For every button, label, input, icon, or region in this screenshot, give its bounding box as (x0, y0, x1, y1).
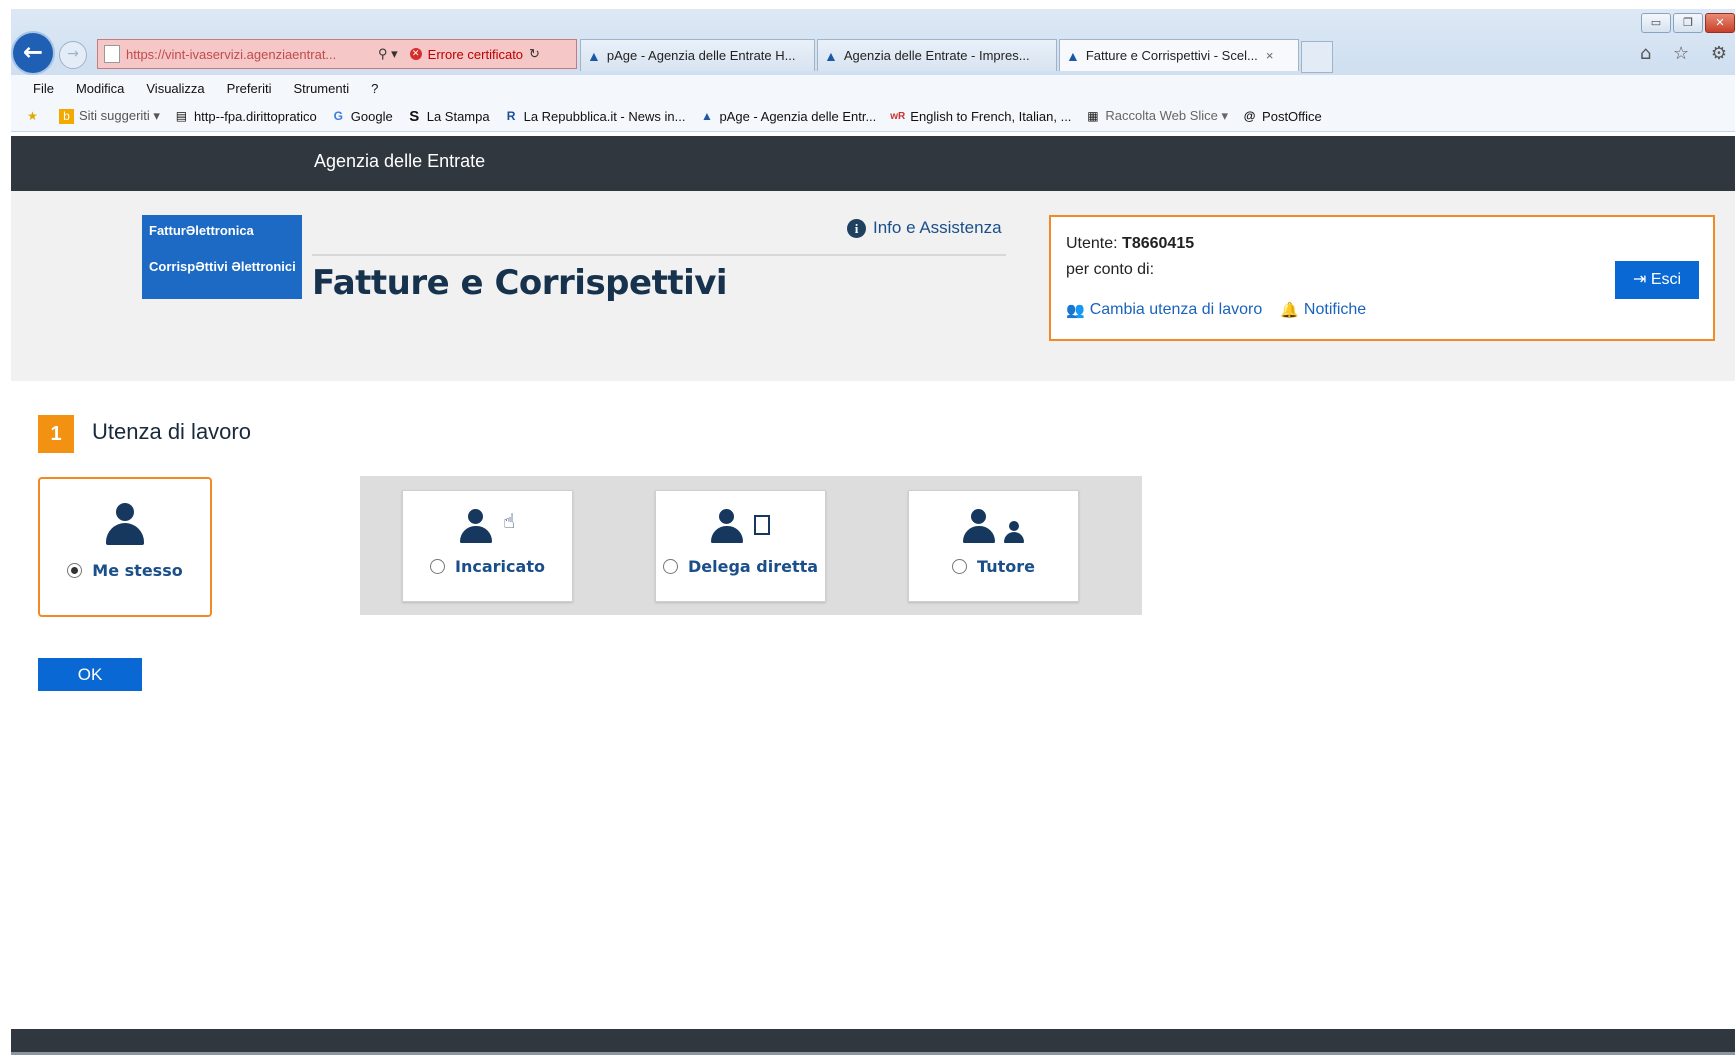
close-window-button[interactable]: ✕ (1705, 13, 1735, 33)
tab-label: Fatture e Corrispettivi - Scel... (1085, 48, 1258, 63)
new-tab-button[interactable] (1301, 41, 1333, 73)
header-divider (312, 254, 1006, 256)
user-line: Utente: T8660415 (1066, 235, 1195, 252)
tab-agenzia[interactable]: ▲ Agenzia delle Entrate - Impres... (817, 39, 1057, 71)
search-icon[interactable]: ⚲ ▾ (378, 46, 398, 62)
info-link[interactable]: i Info e Assistenza (847, 218, 1002, 238)
step-title: Utenza di lavoro (92, 419, 251, 444)
users-icon: 👥 (1066, 302, 1085, 319)
favorites-bar: ★ b Siti suggeriti ▾ ▤ http--fpa.dirittopr… (11, 101, 1735, 132)
back-arrow-icon[interactable]: ← (13, 33, 53, 73)
menu-file[interactable]: File (33, 81, 54, 96)
favorite-item[interactable]: b Siti suggeriti ▾ (59, 108, 160, 124)
info-icon: i (847, 218, 866, 238)
radio-tutore[interactable]: Tutore (909, 557, 1078, 576)
tab-favicon: ▲ (1066, 47, 1080, 64)
menu-visualizza[interactable]: Visualizza (146, 81, 204, 96)
radio-button[interactable] (430, 559, 446, 574)
tab-label: pAge - Agenzia delle Entrate H... (606, 48, 796, 63)
favorite-item[interactable]: ▤ http--fpa.dirittopratico (174, 109, 317, 124)
user-document-icon (656, 509, 825, 543)
address-bar[interactable]: https://vint-ivaservizi.agenziaentrat...… (97, 39, 577, 69)
favorite-item[interactable]: R La Repubblica.it - News in... (504, 109, 686, 124)
bell-icon: 🔔 (1280, 302, 1299, 319)
menu-bar: File Modifica Visualizza Preferiti Strum… (11, 75, 1735, 101)
radio-delega-diretta[interactable]: Delega diretta (656, 557, 825, 576)
step-number: 1 (38, 415, 74, 453)
web-slice-icon: ▦ (1087, 108, 1099, 123)
option-me-stesso[interactable]: Me stesso (38, 477, 212, 617)
tab-label: Agenzia delle Entrate - Impres... (843, 48, 1030, 63)
user-id: T8660415 (1122, 235, 1195, 252)
option-incaricato[interactable]: ☝ Incaricato (402, 490, 573, 602)
per-conto-label: per conto di: (1066, 261, 1155, 278)
page-icon (104, 45, 120, 63)
site-footer (11, 1029, 1735, 1055)
refresh-icon[interactable]: ↻ (529, 46, 540, 62)
restore-button[interactable]: ❐ (1673, 13, 1703, 33)
ok-button[interactable]: OK (38, 658, 142, 691)
user-icon (40, 503, 210, 545)
menu-help[interactable]: ? (371, 81, 378, 96)
error-icon: ✕ (409, 48, 422, 60)
tab-fatture[interactable]: ▲ Fatture e Corrispettivi - Scel... × (1059, 39, 1299, 71)
tab-bar: ▭ ❐ ✕ ← → https://vint-ivaservizi.agenzi… (11, 9, 1735, 75)
radio-button[interactable] (67, 563, 83, 578)
esci-button[interactable]: ⇥ Esci (1615, 261, 1699, 299)
page-icon: ▤ (175, 108, 188, 123)
menu-modifica[interactable]: Modifica (76, 81, 124, 96)
tab-close-icon[interactable]: × (1266, 48, 1274, 63)
notifiche-link[interactable]: 🔔 Notifiche (1280, 301, 1366, 319)
wordreference-icon: wR (890, 110, 906, 122)
google-icon: G (333, 108, 343, 123)
user-links: 👥 Cambia utenza di lavoro 🔔 Notifiche (1066, 301, 1384, 319)
option-delega-diretta[interactable]: Delega diretta (655, 490, 826, 602)
user-group-icon (909, 509, 1078, 543)
certificate-error[interactable]: Errore certificato (428, 47, 523, 62)
cambia-utenza-link[interactable]: 👥 Cambia utenza di lavoro (1066, 301, 1262, 319)
postoffice-icon: @ (1243, 108, 1256, 123)
favorite-item[interactable]: G Google (331, 109, 393, 124)
logout-icon: ⇥ (1632, 271, 1647, 288)
la-stampa-icon: S (409, 107, 420, 125)
radio-button[interactable] (662, 559, 678, 574)
menu-preferiti[interactable]: Preferiti (227, 81, 272, 96)
user-box: Utente: T8660415 per conto di: 👥 Cambia … (1049, 215, 1715, 341)
menu-strumenti[interactable]: Strumenti (293, 81, 349, 96)
window-controls: ▭ ❐ ✕ (1641, 13, 1735, 33)
favorites-star-icon: ★ (27, 108, 38, 123)
favorite-item[interactable]: @ PostOffice (1242, 109, 1322, 124)
site-topbar: Agenzia delle Entrate (11, 136, 1735, 191)
tab-favicon: ▲ (824, 47, 838, 64)
radio-incaricato[interactable]: Incaricato (403, 557, 572, 576)
favorite-item[interactable]: ▲ pAge - Agenzia delle Entr... (699, 109, 876, 124)
fatture-logo[interactable]: FatturƏlettronica CorrispƏttivi Əlettron… (142, 215, 302, 299)
favorites-star[interactable]: ★ (25, 109, 45, 124)
info-label: Info e Assistenza (873, 218, 1002, 237)
repubblica-icon: R (506, 108, 516, 123)
minimize-button[interactable]: ▭ (1641, 13, 1671, 33)
option-tutore[interactable]: Tutore (908, 490, 1079, 602)
tab-page[interactable]: ▲ pAge - Agenzia delle Entrate H... (580, 39, 815, 71)
radio-button[interactable] (952, 559, 968, 574)
home-favorites-settings-icons[interactable]: ⌂ ☆ ⚙ (1640, 43, 1735, 64)
user-hand-icon: ☝ (403, 509, 572, 543)
favorite-item[interactable]: S La Stampa (407, 107, 489, 125)
favorite-item[interactable]: ▦ Raccolta Web Slice ▾ (1085, 108, 1228, 124)
radio-me-stesso[interactable]: Me stesso (40, 561, 210, 580)
bing-icon: b (59, 108, 74, 124)
favorite-item[interactable]: wR English to French, Italian, ... (890, 109, 1071, 124)
site-topbar-title[interactable]: Agenzia delle Entrate (314, 151, 485, 172)
browser-window: ▭ ❐ ✕ ← → https://vint-ivaservizi.agenzi… (11, 9, 1735, 1055)
address-url[interactable]: https://vint-ivaservizi.agenziaentrat... (126, 47, 372, 62)
tab-favicon: ▲ (587, 47, 601, 64)
forward-arrow-icon[interactable]: → (59, 41, 87, 69)
site-header: FatturƏlettronica CorrispƏttivi Əlettron… (11, 191, 1735, 381)
page-icon: ▲ (701, 108, 713, 123)
app-title: Fatture e Corrispettivi (312, 263, 728, 303)
